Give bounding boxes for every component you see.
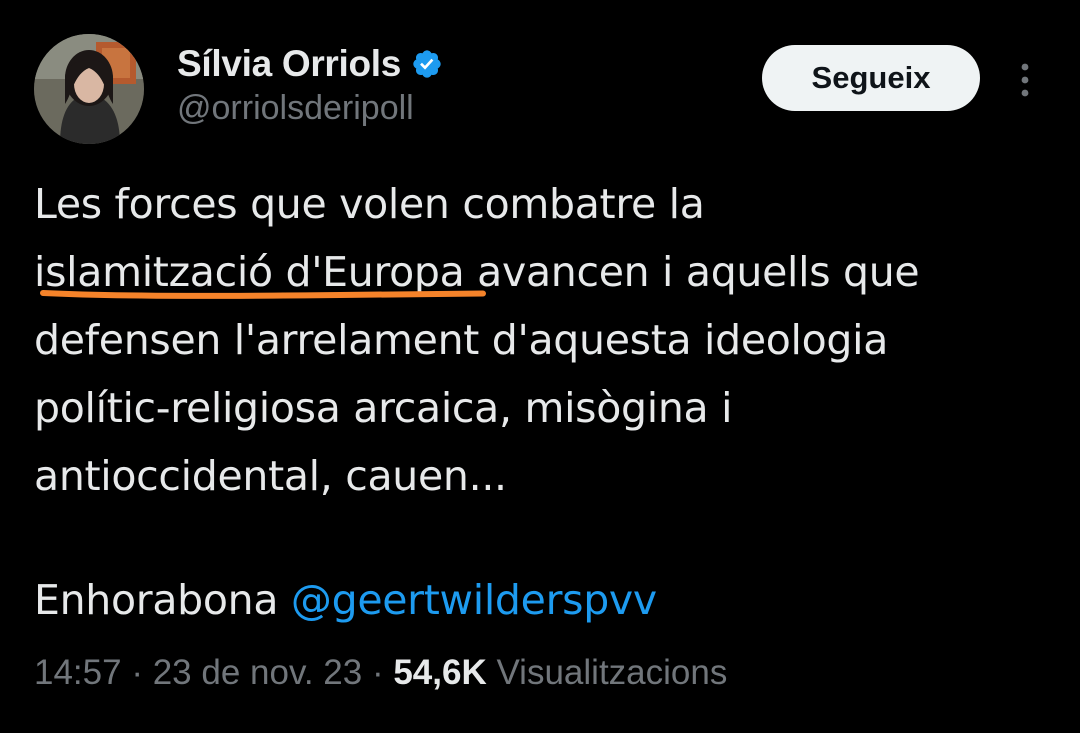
tweet-date[interactable]: 23 de nov. 23 — [153, 653, 363, 692]
views-label[interactable]: Visualitzacions — [487, 653, 727, 692]
author-display-name[interactable]: Sílvia Orriols — [177, 43, 401, 85]
tweet-closing-line: Enhorabona @geertwilderspvv — [34, 566, 657, 634]
highlight-underline — [40, 290, 486, 299]
tweet-line-1: Les forces que volen combatre la — [34, 180, 705, 228]
more-options-button[interactable] — [1008, 60, 1042, 100]
views-count[interactable]: 54,6K — [393, 653, 486, 692]
author-name-row[interactable]: Sílvia Orriols — [177, 40, 443, 88]
mention-link[interactable]: @geertwilderspvv — [291, 576, 657, 624]
meta-separator: · — [121, 653, 153, 692]
tweet-line-3: defensen l'arrelament d'aquesta ideologi… — [34, 316, 889, 364]
tweet-body: Les forces que volen combatre la islamit… — [34, 170, 1064, 510]
author-handle[interactable]: @orriolsderipoll — [177, 89, 414, 128]
more-vertical-icon — [1021, 63, 1029, 97]
avatar[interactable] — [34, 34, 144, 144]
meta-separator: · — [362, 653, 394, 692]
closing-text: Enhorabona — [34, 576, 291, 624]
tweet-time[interactable]: 14:57 — [34, 653, 122, 692]
tweet-meta: 14:57 · 23 de nov. 23 · 54,6K Visualitza… — [34, 648, 727, 698]
verified-badge-icon — [411, 48, 443, 80]
follow-button[interactable]: Segueix — [762, 45, 980, 111]
tweet-line-5: antioccidental, cauen... — [34, 452, 507, 500]
avatar-photo — [34, 34, 144, 144]
tweet-line-4: polític-religiosa arcaica, misògina i — [34, 384, 733, 432]
